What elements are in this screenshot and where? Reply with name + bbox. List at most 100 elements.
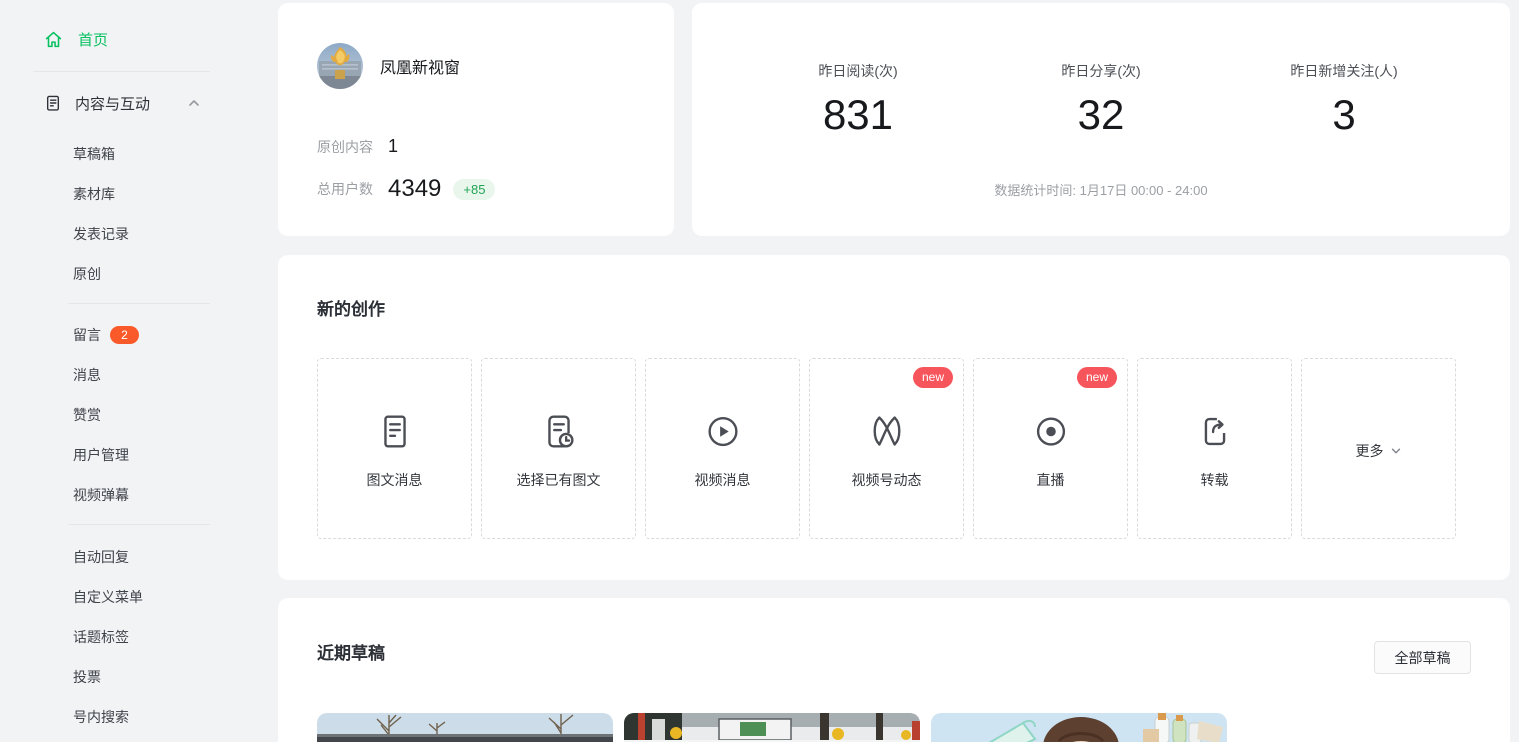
create-channels-post-card[interactable]: new 视频号动态: [809, 358, 964, 539]
chevron-up-icon: [187, 96, 201, 110]
sidebar-item-label: 自动回复: [73, 547, 129, 567]
sidebar-item-user-management[interactable]: 用户管理: [0, 435, 260, 475]
create-card-label: 视频消息: [695, 470, 751, 490]
sidebar-item-draftbox[interactable]: 草稿箱: [0, 134, 260, 174]
draft-thumbnail-snow-playground[interactable]: [624, 713, 920, 742]
sidebar-item-label: 发表记录: [73, 224, 129, 244]
stat-label: 昨日分享(次): [980, 61, 1223, 81]
create-video-message-card[interactable]: 视频消息: [645, 358, 800, 539]
account-summary-card: 凤凰新视窗 原创内容 1 总用户数 4349 +85: [278, 3, 674, 236]
sidebar-item-label: 草稿箱: [73, 144, 115, 164]
draft-thumbnail-winter-campus[interactable]: [317, 713, 613, 742]
sidebar-item-appreciation[interactable]: 赞赏: [0, 395, 260, 435]
creation-options-row: 图文消息 选择已有图文 视频消息 new: [317, 358, 1456, 539]
sidebar-item-messages[interactable]: 消息: [0, 355, 260, 395]
new-creation-card: 新的创作 图文消息 选择已有图文: [278, 255, 1510, 580]
users-delta-badge: +85: [453, 179, 495, 200]
stat-value: 3: [1223, 91, 1466, 139]
sidebar-item-publish-record[interactable]: 发表记录: [0, 214, 260, 254]
sidebar-group-label: 内容与互动: [75, 93, 150, 114]
draft-thumbnail-cartoon-illustration[interactable]: [931, 713, 1227, 742]
sidebar-item-label: 号内搜索: [73, 707, 129, 727]
sidebar-item-label: 素材库: [73, 184, 115, 204]
recent-drafts-card: 近期草稿 全部草稿: [278, 598, 1510, 742]
document-icon: [44, 94, 62, 112]
sidebar-item-label: 自定义菜单: [73, 587, 143, 607]
create-card-label: 图文消息: [367, 470, 423, 490]
draft-thumbnails-row: [317, 713, 1227, 742]
sidebar: 首页 内容与互动 草稿箱 素材库 发表记录 原创: [0, 0, 260, 737]
sidebar-divider: [68, 524, 210, 525]
sidebar-item-media-library[interactable]: 素材库: [0, 174, 260, 214]
sidebar-home-label: 首页: [78, 29, 108, 50]
winter-campus-photo: [317, 713, 613, 742]
play-circle-icon: [702, 411, 744, 453]
dashboard-page: 首页 内容与互动 草稿箱 素材库 发表记录 原创: [0, 0, 1519, 742]
create-article-card[interactable]: 图文消息: [317, 358, 472, 539]
cartoon-hygiene-illustration: [931, 713, 1227, 742]
section-title-recent-drafts: 近期草稿: [317, 639, 385, 664]
sidebar-item-video-danmaku[interactable]: 视频弹幕: [0, 475, 260, 515]
sidebar-item-auto-reply[interactable]: 自动回复: [0, 537, 260, 577]
sidebar-manage-list: 自动回复 自定义菜单 话题标签 投票 号内搜索: [0, 537, 260, 737]
stats-time-note: 数据统计时间: 1月17日 00:00 - 24:00: [692, 180, 1510, 199]
sidebar-item-comments[interactable]: 留言 2: [0, 315, 260, 355]
repost-icon: [1194, 411, 1236, 453]
create-repost-card[interactable]: 转载: [1137, 358, 1292, 539]
sidebar-group-content-interact[interactable]: 内容与互动: [44, 92, 260, 114]
section-title-new-creation: 新的创作: [317, 295, 385, 320]
sidebar-item-in-account-search[interactable]: 号内搜索: [0, 697, 260, 737]
new-badge: new: [1077, 367, 1117, 388]
sidebar-item-vote[interactable]: 投票: [0, 657, 260, 697]
total-users-value: 4349: [388, 175, 441, 203]
stat-value: 32: [980, 91, 1223, 139]
home-icon: [44, 30, 63, 49]
article-clock-icon: [538, 411, 580, 453]
sidebar-item-topic-tags[interactable]: 话题标签: [0, 617, 260, 657]
account-avatar: [317, 43, 363, 89]
sidebar-item-label: 视频弹幕: [73, 485, 129, 505]
create-live-card[interactable]: new 直播: [973, 358, 1128, 539]
sidebar-item-home[interactable]: 首页: [44, 28, 260, 50]
create-card-label: 选择已有图文: [517, 470, 601, 490]
sidebar-item-label: 投票: [73, 667, 101, 687]
create-existing-article-card[interactable]: 选择已有图文: [481, 358, 636, 539]
stat-shares: 昨日分享(次) 32: [980, 61, 1223, 139]
new-badge: new: [913, 367, 953, 388]
sidebar-interact-list: 留言 2 消息 赞赏 用户管理 视频弹幕: [0, 315, 260, 515]
original-content-label: 原创内容: [317, 137, 388, 157]
sidebar-item-label: 话题标签: [73, 627, 129, 647]
original-content-row: 原创内容 1: [317, 136, 398, 157]
sidebar-item-label: 原创: [73, 264, 101, 284]
original-content-value: 1: [388, 136, 398, 157]
unread-count-badge: 2: [110, 326, 139, 344]
stat-label: 昨日新增关注(人): [1223, 61, 1466, 81]
account-header: 凤凰新视窗: [317, 43, 460, 89]
more-label: 更多: [1356, 441, 1384, 461]
sidebar-item-label: 留言: [73, 325, 101, 345]
create-more-card[interactable]: 更多: [1301, 358, 1456, 539]
total-users-row: 总用户数 4349 +85: [317, 175, 495, 203]
stats-row: 昨日阅读(次) 831 昨日分享(次) 32 昨日新增关注(人) 3: [692, 3, 1510, 139]
sidebar-item-label: 赞赏: [73, 405, 101, 425]
sidebar-divider: [68, 303, 210, 304]
channels-icon: [866, 411, 908, 453]
stat-label: 昨日阅读(次): [737, 61, 980, 81]
stat-new-followers: 昨日新增关注(人) 3: [1223, 61, 1466, 139]
all-drafts-button-label: 全部草稿: [1395, 648, 1451, 668]
yesterday-stats-card: 昨日阅读(次) 831 昨日分享(次) 32 昨日新增关注(人) 3 数据统计时…: [692, 3, 1510, 236]
sidebar-item-original[interactable]: 原创: [0, 254, 260, 294]
snow-playground-photo: [624, 713, 920, 742]
stat-reads: 昨日阅读(次) 831: [737, 61, 980, 139]
create-card-label: 转载: [1201, 470, 1229, 490]
create-card-label: 直播: [1037, 470, 1065, 490]
account-name: 凤凰新视窗: [380, 54, 460, 78]
sidebar-divider: [33, 71, 210, 72]
article-icon: [374, 411, 416, 453]
sidebar-content-list: 草稿箱 素材库 发表记录 原创: [0, 134, 260, 294]
sidebar-item-label: 用户管理: [73, 445, 129, 465]
sidebar-item-custom-menu[interactable]: 自定义菜单: [0, 577, 260, 617]
create-card-label: 视频号动态: [852, 470, 922, 490]
phoenix-statue-photo: [317, 43, 363, 89]
all-drafts-button[interactable]: 全部草稿: [1374, 641, 1471, 674]
